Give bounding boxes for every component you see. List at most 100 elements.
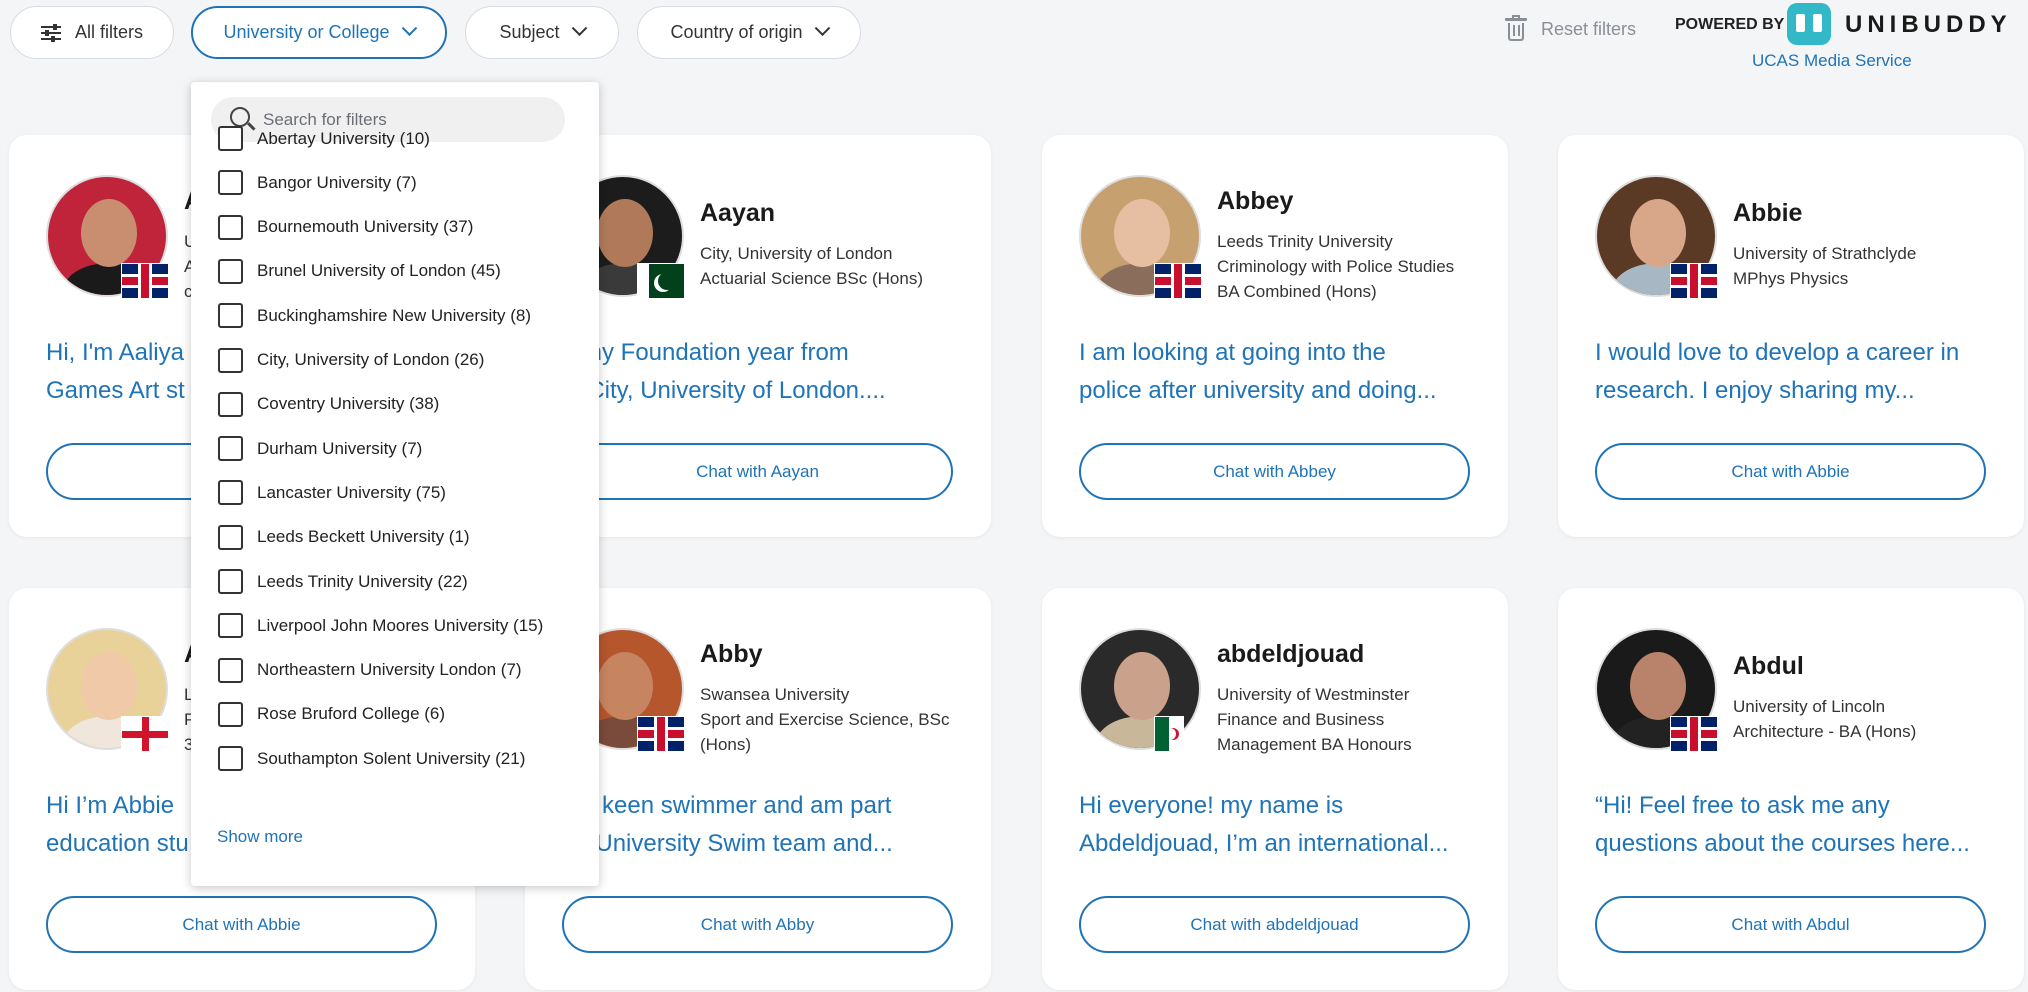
ambassador-detail-line: University of Lincoln xyxy=(1733,697,1886,716)
filter-option[interactable]: Bournemouth University (37) xyxy=(218,214,474,240)
ambassador-detail-line: BA Combined (Hons) xyxy=(1217,282,1377,301)
ambassador-name[interactable]: Abbie xyxy=(1733,199,1802,228)
filter-option-label: Buckinghamshire New University (8) xyxy=(257,305,531,325)
filter-option[interactable]: Southampton Solent University (21) xyxy=(218,746,525,772)
filter-option-label: Durham University (7) xyxy=(257,438,423,458)
ambassador-detail-line: (Hons) xyxy=(700,735,752,754)
chat-button[interactable]: Chat with Abby xyxy=(562,896,953,953)
ambassador-details: University of Lincoln Architecture - BA (… xyxy=(1733,694,2008,744)
filter-option[interactable]: Rose Bruford College (6) xyxy=(218,701,446,727)
filter-option[interactable]: Leeds Beckett University (1) xyxy=(218,524,470,550)
filter-option-label: Northeastern University London (7) xyxy=(257,660,522,680)
filter-option-label: Rose Bruford College (6) xyxy=(257,704,446,724)
ucas-media-link[interactable]: UCAS Media Service xyxy=(1752,51,1912,71)
country-filter-button[interactable]: Country of origin xyxy=(637,6,861,59)
filter-option[interactable]: Northeastern University London (7) xyxy=(218,657,522,683)
ambassador-detail-line: Leeds Trinity University xyxy=(1217,232,1393,251)
trash-icon xyxy=(1505,15,1527,42)
checkbox[interactable] xyxy=(218,524,243,550)
filter-option-label: Leeds Beckett University (1) xyxy=(257,527,470,547)
filter-option[interactable]: Durham University (7) xyxy=(218,436,423,462)
country-flag-icon xyxy=(637,263,685,299)
country-flag-icon xyxy=(1670,716,1718,752)
ambassador-card: Abbey Leeds Trinity University Criminolog… xyxy=(1042,135,1508,537)
checkbox[interactable] xyxy=(218,126,243,151)
bio-line: research. I enjoy sharing my... xyxy=(1595,377,1915,404)
subject-filter-button[interactable]: Subject xyxy=(465,6,619,59)
ambassador-bio: d my Foundation year from O City, Univers… xyxy=(562,334,962,410)
checkbox[interactable] xyxy=(218,170,243,196)
ambassador-detail-line: MPhys Physics xyxy=(1733,269,1849,288)
filter-option[interactable]: Liverpool John Moores University (15) xyxy=(218,613,544,639)
chat-button[interactable]: Chat with Aayan xyxy=(562,443,953,500)
checkbox[interactable] xyxy=(218,347,243,373)
bio-line: he University Swim team and... xyxy=(562,830,893,857)
country-flag-icon xyxy=(1154,716,1184,752)
bio-line: n a keen swimmer and am part xyxy=(562,792,892,819)
checkbox[interactable] xyxy=(218,569,243,594)
subject-filter-label: Subject xyxy=(499,22,560,42)
bio-line: I am looking at going into the xyxy=(1079,339,1386,366)
checkbox[interactable] xyxy=(218,391,243,417)
country-filter-label: Country of origin xyxy=(670,22,803,42)
filter-option[interactable]: Abertay University (10) xyxy=(218,126,430,151)
all-filters-button[interactable]: All filters xyxy=(10,6,174,59)
ambassador-bio: I am looking at going into the police aft… xyxy=(1079,334,1479,410)
ambassador-card: abdeldjouad University of Westminster Fin… xyxy=(1042,588,1508,990)
chat-button[interactable]: Chat with Abdul xyxy=(1595,896,1986,953)
all-filters-label: All filters xyxy=(74,22,143,42)
ambassador-details: University of Strathclyde MPhys Physics xyxy=(1733,241,2008,291)
chat-button[interactable]: Chat with Abbey xyxy=(1079,443,1470,500)
unibuddy-brand: UNIBUDDY xyxy=(1845,11,2012,38)
bio-line: “Hi! Feel free to ask me any xyxy=(1595,792,1890,819)
ambassador-bio: “Hi! Feel free to ask me any questions ab… xyxy=(1595,787,1995,863)
checkbox[interactable] xyxy=(218,613,243,639)
filter-option-label: Lancaster University (75) xyxy=(257,482,446,502)
powered-by-text: POWERED BY xyxy=(1675,16,1785,33)
ambassador-name[interactable]: Abbey xyxy=(1217,187,1293,216)
chevron-down-icon xyxy=(401,20,417,37)
filter-option[interactable]: Coventry University (38) xyxy=(218,391,439,417)
chat-button[interactable]: Chat with Abbie xyxy=(1595,443,1986,500)
ambassador-details: Swansea University Sport and Exercise Sci… xyxy=(700,682,975,757)
bio-line: police after university and doing... xyxy=(1079,377,1437,404)
filter-option[interactable]: Brunel University of London (45) xyxy=(218,258,501,284)
ambassador-name[interactable]: Abdul xyxy=(1733,652,1804,681)
checkbox[interactable] xyxy=(218,701,243,727)
filter-option[interactable]: City, University of London (26) xyxy=(218,347,485,373)
university-filter-button[interactable]: University or College xyxy=(191,6,447,59)
checkbox[interactable] xyxy=(218,480,243,506)
ambassador-detail-line: Swansea University xyxy=(700,685,850,704)
chat-button[interactable]: Chat with Abbie xyxy=(46,896,437,953)
checkbox[interactable] xyxy=(218,303,243,329)
filter-option[interactable]: Buckinghamshire New University (8) xyxy=(218,303,531,329)
checkbox[interactable] xyxy=(218,214,243,240)
university-filter-dropdown: Abertay University (10) Bangor Universit… xyxy=(191,82,599,886)
filter-option-label: City, University of London (26) xyxy=(257,350,485,369)
bio-line: questions about the courses here... xyxy=(1595,830,1970,857)
checkbox[interactable] xyxy=(218,258,243,284)
checkbox[interactable] xyxy=(218,657,243,683)
university-filter-label: University or College xyxy=(223,22,390,42)
filter-option[interactable]: Bangor University (7) xyxy=(218,170,417,196)
filter-option-label: Bournemouth University (37) xyxy=(257,217,474,237)
filter-option-label: Abertay University (10) xyxy=(257,128,430,148)
sliders-icon xyxy=(40,23,61,42)
chat-button[interactable]: Chat with abdeldjouad xyxy=(1079,896,1470,953)
ambassador-name[interactable]: abdeldjouad xyxy=(1217,640,1364,669)
reset-filters-button[interactable]: Reset filters xyxy=(1505,15,1636,42)
bio-line: I would love to develop a career in xyxy=(1595,339,1960,366)
ambassador-detail-line: Finance and Business xyxy=(1217,710,1385,729)
filter-option-label: Liverpool John Moores University (15) xyxy=(257,615,544,635)
checkbox[interactable] xyxy=(218,436,243,462)
filter-option[interactable]: Leeds Trinity University (22) xyxy=(218,569,468,594)
ambassador-name[interactable]: Aayan xyxy=(700,199,775,228)
ambassador-detail-line: Sport and Exercise Science, BSc xyxy=(700,710,950,729)
country-flag-icon xyxy=(1670,263,1718,299)
checkbox[interactable] xyxy=(218,746,243,772)
ambassador-bio: n a keen swimmer and am part he Universit… xyxy=(562,787,962,863)
ambassador-bio: Hi everyone! my name is Abdeldjouad, I’m … xyxy=(1079,787,1479,863)
filter-option[interactable]: Lancaster University (75) xyxy=(218,480,446,506)
ambassador-name[interactable]: Abby xyxy=(700,640,763,669)
show-more-link[interactable]: Show more xyxy=(217,827,303,847)
